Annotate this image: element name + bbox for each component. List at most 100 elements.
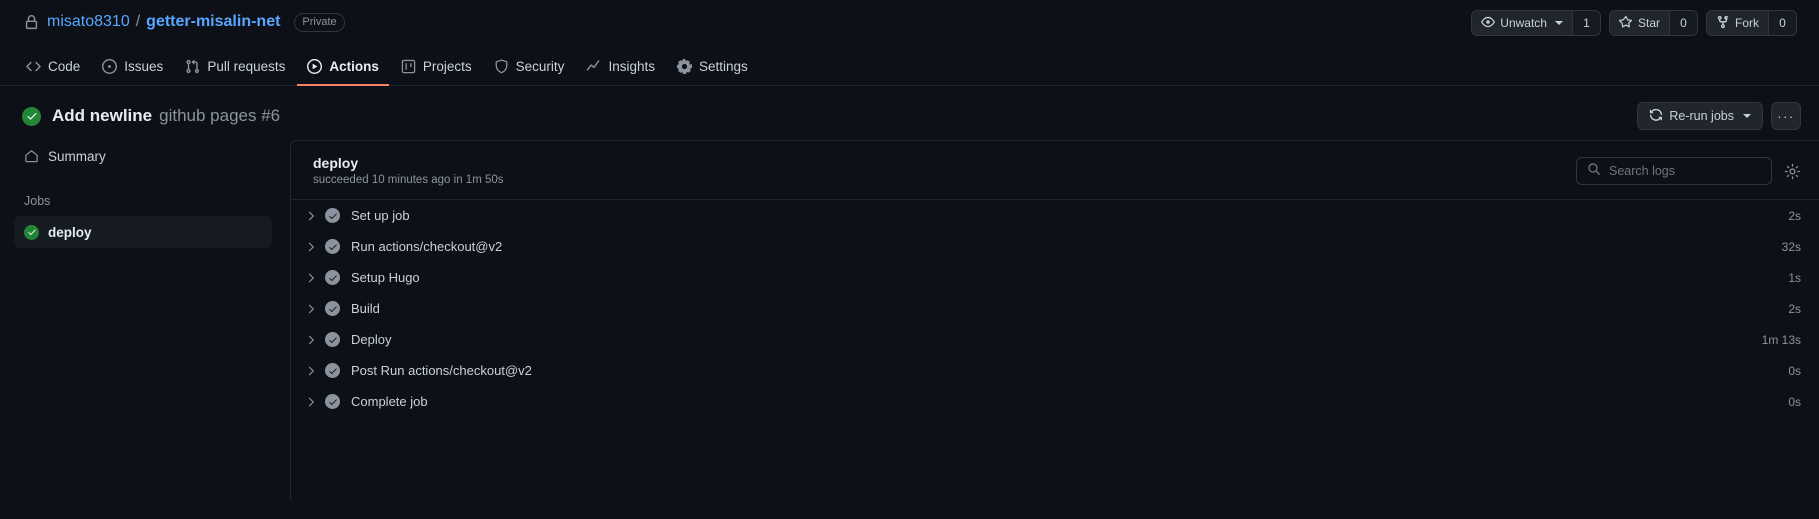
log-settings-gear-icon[interactable] — [1784, 163, 1801, 180]
home-icon — [24, 149, 39, 164]
chevron-right-icon[interactable] — [303, 303, 319, 315]
step-duration: 2s — [1788, 301, 1801, 316]
table-row[interactable]: Run actions/checkout@v2 32s — [291, 231, 1819, 262]
step-name: Deploy — [351, 332, 392, 347]
fork-button-group[interactable]: Fork 0 — [1706, 10, 1797, 36]
fork-button[interactable]: Fork — [1707, 11, 1768, 35]
chevron-right-icon[interactable] — [303, 272, 319, 284]
tab-code[interactable]: Code — [16, 48, 90, 86]
tab-issues[interactable]: Issues — [92, 48, 173, 86]
search-logs-input[interactable] — [1609, 164, 1761, 178]
table-row[interactable]: Deploy 1m 13s — [291, 324, 1819, 355]
fork-count[interactable]: 0 — [1768, 11, 1796, 35]
chevron-right-icon[interactable] — [303, 334, 319, 346]
tab-security[interactable]: Security — [484, 48, 575, 86]
check-icon — [325, 363, 340, 378]
step-duration: 0s — [1788, 394, 1801, 409]
repo-name-link[interactable]: getter-misalin-net — [146, 13, 280, 31]
table-row[interactable]: Set up job 2s — [291, 200, 1819, 231]
star-icon — [1618, 15, 1633, 32]
job-log-header-controls — [1576, 157, 1801, 185]
step-duration: 2s — [1788, 208, 1801, 223]
tab-settings-label: Settings — [698, 58, 748, 74]
gear-icon — [676, 58, 692, 74]
watch-count[interactable]: 1 — [1571, 11, 1600, 35]
shield-icon — [494, 58, 509, 74]
table-row[interactable]: Complete job 0s — [291, 386, 1819, 417]
step-duration: 32s — [1781, 239, 1801, 254]
run-sidebar: Summary Jobs deploy — [0, 140, 290, 500]
eye-icon — [1481, 15, 1496, 32]
tab-insights[interactable]: Insights — [576, 48, 665, 86]
repo-header-actions: Unwatch 1 Star 0 Fork 0 — [1471, 10, 1797, 36]
tab-projects[interactable]: Projects — [391, 48, 482, 86]
chevron-right-icon[interactable] — [303, 210, 319, 222]
step-duration: 1s — [1788, 270, 1801, 285]
unwatch-label: Unwatch — [1500, 16, 1547, 30]
job-step-list: Set up job 2s Run actions/checkout@v2 32… — [291, 200, 1819, 417]
check-icon — [325, 208, 340, 223]
page-title: Add newline — [52, 106, 153, 125]
star-button[interactable]: Star — [1609, 11, 1669, 35]
tab-code-label: Code — [48, 58, 81, 74]
project-icon — [401, 59, 416, 74]
lock-icon — [24, 14, 39, 30]
watch-button-group[interactable]: Unwatch 1 — [1471, 10, 1601, 36]
chevron-down-icon — [1554, 21, 1563, 25]
rerun-jobs-button[interactable]: Re-run jobs — [1637, 102, 1763, 130]
step-name: Complete job — [351, 394, 428, 409]
tab-pull-requests[interactable]: Pull requests — [175, 48, 295, 86]
sidebar-item-summary[interactable]: Summary — [14, 140, 272, 172]
star-count[interactable]: 0 — [1669, 11, 1697, 35]
job-log-heading-group: deploy succeeded 10 minutes ago in 1m 50… — [313, 155, 504, 186]
table-row[interactable]: Setup Hugo 1s — [291, 262, 1819, 293]
star-button-group[interactable]: Star 0 — [1608, 10, 1698, 36]
sidebar-item-deploy[interactable]: deploy — [14, 216, 272, 248]
repo-owner-link[interactable]: misato8310 — [47, 13, 130, 31]
unwatch-button[interactable]: Unwatch — [1472, 11, 1572, 35]
run-body: Summary Jobs deploy deploy succeeded 10 … — [0, 140, 1819, 500]
job-status-text: succeeded 10 minutes ago in 1m 50s — [313, 174, 504, 186]
check-icon — [325, 239, 340, 254]
tab-actions-label: Actions — [329, 58, 379, 74]
sidebar-item-deploy-label: deploy — [48, 224, 92, 240]
issue-opened-icon — [102, 58, 118, 74]
job-log-header: deploy succeeded 10 minutes ago in 1m 50… — [291, 141, 1819, 200]
search-icon — [1587, 162, 1601, 181]
chevron-right-icon[interactable] — [303, 396, 319, 408]
tab-settings[interactable]: Settings — [667, 48, 758, 86]
code-icon — [26, 59, 41, 74]
table-row[interactable]: Build 2s — [291, 293, 1819, 324]
step-name: Set up job — [351, 208, 410, 223]
check-icon — [325, 270, 340, 285]
breadcrumb: misato8310 / getter-misalin-net Private — [24, 12, 345, 32]
visibility-badge: Private — [294, 12, 345, 32]
step-name: Post Run actions/checkout@v2 — [351, 363, 532, 378]
step-name: Setup Hugo — [351, 270, 420, 285]
graph-icon — [586, 59, 601, 74]
tab-actions[interactable]: Actions — [297, 48, 389, 86]
sidebar-item-summary-label: Summary — [48, 148, 106, 164]
git-pull-request-icon — [185, 59, 200, 74]
rerun-jobs-label: Re-run jobs — [1669, 109, 1734, 123]
star-label: Star — [1637, 16, 1660, 30]
tab-projects-label: Projects — [422, 58, 472, 74]
sync-icon — [1649, 108, 1663, 125]
chevron-right-icon[interactable] — [303, 365, 319, 377]
fork-icon — [1716, 15, 1730, 32]
check-circle-icon — [22, 106, 41, 126]
search-logs-box[interactable] — [1576, 157, 1772, 185]
job-name: deploy — [313, 155, 359, 171]
run-actions: Re-run jobs ··· — [1637, 102, 1801, 130]
repo-header: misato8310 / getter-misalin-net Private … — [0, 0, 1819, 44]
more-options-button[interactable]: ··· — [1771, 102, 1801, 130]
repo-nav-tabs: Code Issues Pull requests Actions Projec… — [0, 44, 1819, 86]
repo-separator: / — [135, 13, 141, 30]
table-row[interactable]: Post Run actions/checkout@v2 0s — [291, 355, 1819, 386]
tab-security-label: Security — [515, 58, 565, 74]
sidebar-jobs-heading: Jobs — [24, 194, 51, 208]
step-name: Build — [351, 301, 380, 316]
tab-pull-requests-label: Pull requests — [207, 58, 286, 74]
chevron-right-icon[interactable] — [303, 241, 319, 253]
tab-issues-label: Issues — [124, 58, 164, 74]
